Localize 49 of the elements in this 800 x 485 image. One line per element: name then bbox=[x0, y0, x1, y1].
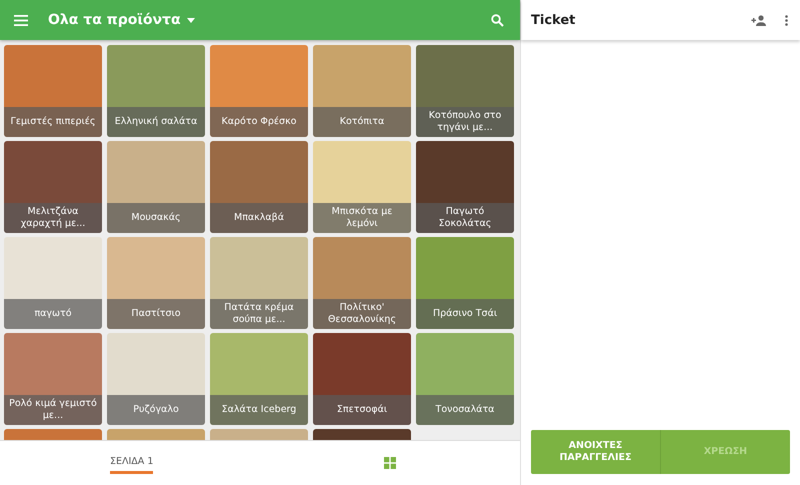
menu-icon[interactable] bbox=[12, 12, 30, 28]
product-tile[interactable]: Πατάτα κρέμα σούπα με... bbox=[210, 237, 308, 329]
product-name: Παγωτό Σοκολάτας bbox=[416, 203, 514, 233]
product-tile[interactable]: Καρότο Φρέσκο bbox=[210, 45, 308, 137]
product-name: Πατάτα κρέμα σούπα με... bbox=[210, 299, 308, 329]
product-name: Ελληνική σαλάτα bbox=[107, 107, 205, 137]
product-name: παγωτό bbox=[4, 299, 102, 329]
product-tile[interactable]: Παγωτό Σοκολάτας bbox=[416, 141, 514, 233]
product-name: Κοτόπουλο στο τηγάνι με... bbox=[416, 107, 514, 137]
product-tile[interactable]: Τονοσαλάτα bbox=[416, 333, 514, 425]
product-name: Μπισκότα με λεμόνι bbox=[313, 203, 411, 233]
product-name: Μελιτζάνα χαραχτή με... bbox=[4, 203, 102, 233]
caret-icon bbox=[186, 18, 195, 22]
product-name: Πολίτικο' Θεσσαλονίκης bbox=[313, 299, 411, 329]
product-name: Μπακλαβά bbox=[210, 203, 308, 233]
product-tile[interactable]: Κοτόπουλο στο τηγάνι με... bbox=[416, 45, 514, 137]
grid-icon[interactable] bbox=[382, 455, 398, 471]
product-name: Σπετσοφάι bbox=[313, 395, 411, 425]
product-name: Κοτόπιτα bbox=[313, 107, 411, 137]
product-tile[interactable]: Ρυζόγαλο bbox=[107, 333, 205, 425]
product-name: Τονοσαλάτα bbox=[416, 395, 514, 425]
product-tile[interactable]: Παστίτσιο bbox=[107, 237, 205, 329]
product-name: Σαλάτα Iceberg bbox=[210, 395, 308, 425]
more-icon[interactable] bbox=[783, 12, 790, 28]
product-tile[interactable]: Πολίτικο' Θεσσαλονίκης bbox=[313, 237, 411, 329]
product-tile[interactable]: παγωτό bbox=[4, 237, 102, 329]
page-tab[interactable]: ΣΕΛΙΔΑ 1 bbox=[110, 452, 154, 474]
product-tile[interactable]: Πράσινο Τσάι bbox=[416, 237, 514, 329]
product-tile[interactable]: Σπετσοφάι bbox=[313, 333, 411, 425]
product-tile[interactable]: Ρολό κιμά γεμιστό με... bbox=[4, 333, 102, 425]
product-tile[interactable]: Μουσακάς bbox=[107, 141, 205, 233]
product-name: Πράσινο Τσάι bbox=[416, 299, 514, 329]
product-name: Παστίτσιο bbox=[107, 299, 205, 329]
add-person-icon[interactable] bbox=[749, 12, 769, 28]
search-icon[interactable] bbox=[489, 12, 506, 28]
product-tile[interactable]: Ελληνική σαλάτα bbox=[107, 45, 205, 137]
product-tile[interactable]: Μπακλαβά bbox=[210, 141, 308, 233]
ticket-title: Ticket bbox=[531, 12, 576, 28]
product-name: Γεμιστές πιπεριές bbox=[4, 107, 102, 137]
product-name: Ρολό κιμά γεμιστό με... bbox=[4, 395, 102, 425]
product-name: Καρότο Φρέσκο bbox=[210, 107, 308, 137]
product-tile[interactable]: Κοτόπιτα bbox=[313, 45, 411, 137]
product-tile[interactable]: Μπισκότα με λεμόνι bbox=[313, 141, 411, 233]
product-tile[interactable]: Μελιτζάνα χαραχτή με... bbox=[4, 141, 102, 233]
product-tile[interactable]: Γεμιστές πιπεριές bbox=[4, 45, 102, 137]
product-name: Ρυζόγαλο bbox=[107, 395, 205, 425]
product-tile[interactable]: Σαλάτα Iceberg bbox=[210, 333, 308, 425]
product-name: Μουσακάς bbox=[107, 203, 205, 233]
category-dropdown[interactable]: Ολα τα προϊόντα bbox=[48, 12, 195, 28]
